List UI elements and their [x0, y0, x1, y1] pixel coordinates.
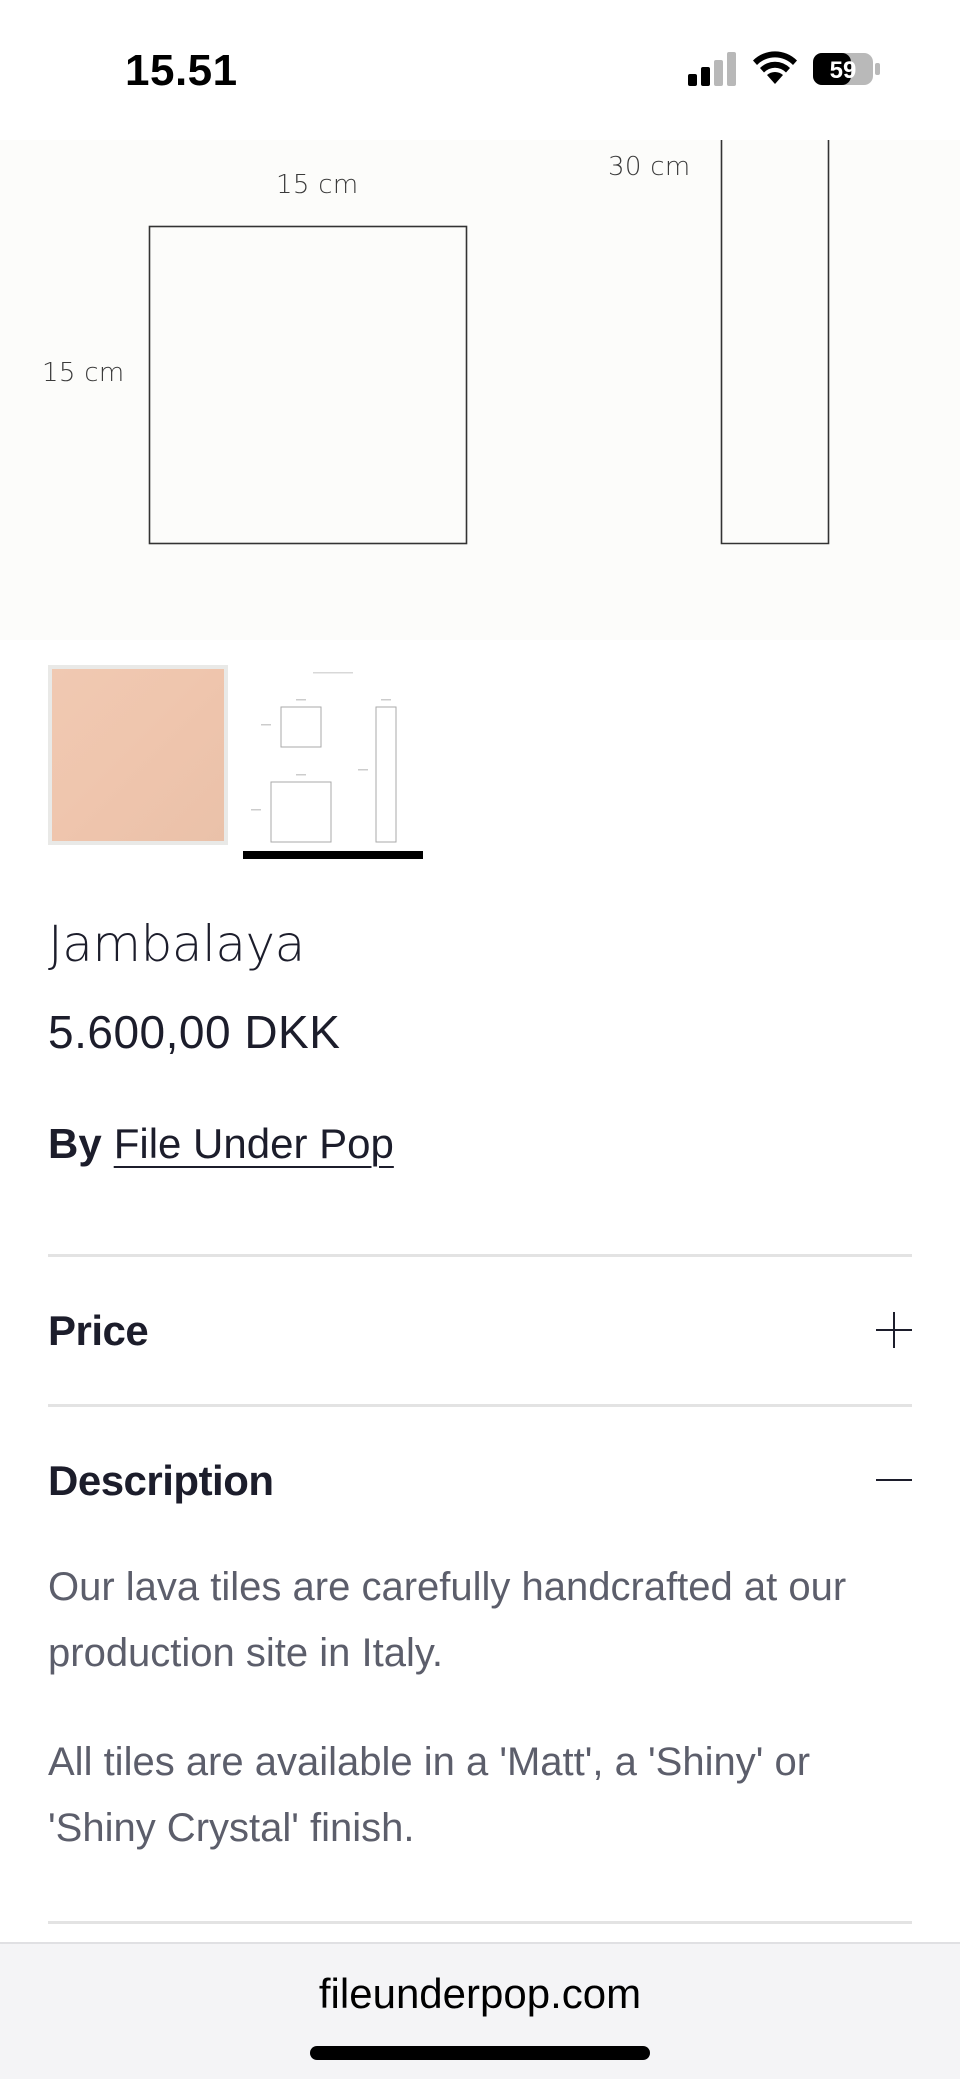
divider	[48, 1254, 912, 1257]
description-paragraph: All tiles are available in a 'Matt', a '…	[48, 1740, 811, 1850]
battery-level: 59	[830, 57, 857, 84]
browser-address-bar[interactable]: fileunderpop.com	[0, 1942, 960, 2079]
product-main-image[interactable]: 15 cm 15 cm 30 cm	[0, 140, 960, 640]
image-thumbnails	[48, 665, 448, 865]
dimension-drawing	[148, 140, 830, 545]
divider	[48, 1404, 912, 1407]
accordion-price-title[interactable]: Price	[48, 1307, 149, 1355]
tile-swatch	[52, 669, 224, 841]
product-title: Jambalaya	[48, 915, 305, 973]
status-bar: 15.51 59	[0, 0, 960, 140]
thumbnail-tile-photo[interactable]	[48, 665, 228, 845]
by-label: By	[48, 1120, 102, 1167]
wifi-icon	[753, 51, 797, 84]
url-text[interactable]: fileunderpop.com	[0, 1970, 960, 2018]
description-paragraph: Our lava tiles are carefully handcrafted…	[48, 1565, 847, 1675]
divider	[48, 1921, 912, 1924]
status-time: 15.51	[125, 46, 238, 95]
vendor-byline: By File Under Pop	[48, 1120, 394, 1168]
minus-icon[interactable]	[876, 1462, 912, 1498]
product-price: 5.600,00 DKK	[48, 1006, 341, 1058]
home-indicator[interactable]	[310, 2046, 650, 2060]
thumbnail-dimension-drawing[interactable]	[243, 665, 423, 845]
selected-thumbnail-indicator	[243, 851, 423, 859]
vendor-link[interactable]: File Under Pop	[114, 1120, 394, 1167]
accordion-description-title[interactable]: Description	[48, 1457, 274, 1505]
mini-dimension-drawing	[251, 672, 397, 843]
cellular-signal-icon	[688, 52, 736, 86]
plus-icon[interactable]	[876, 1312, 912, 1348]
battery-icon: 59	[813, 53, 880, 85]
